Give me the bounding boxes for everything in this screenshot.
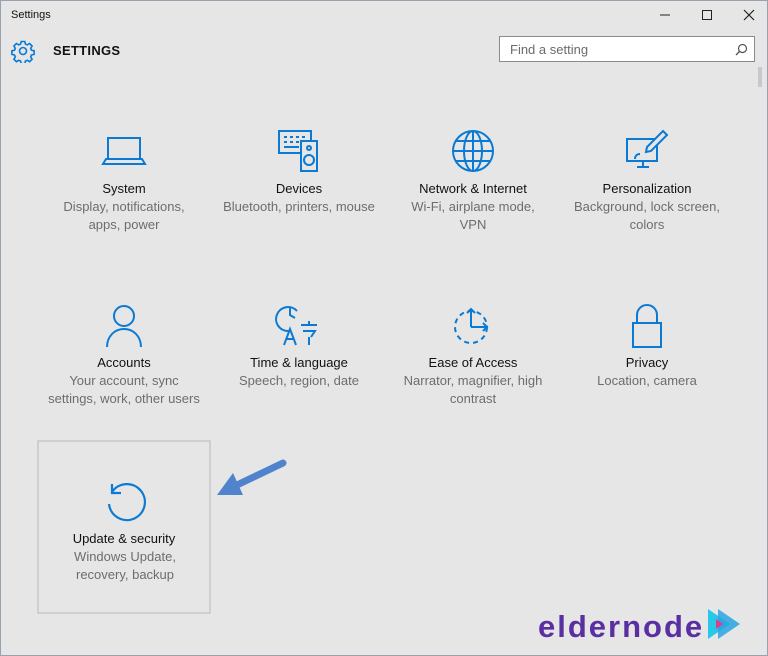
tile-system[interactable]: System Display, notifications, apps, pow… <box>38 119 210 291</box>
paintbrush-icon <box>623 127 671 175</box>
tile-ease-of-access[interactable]: Ease of Access Narrator, magnifier, high… <box>387 293 559 465</box>
logo-text: eldernode <box>538 609 705 644</box>
tile-title: Accounts <box>97 355 151 370</box>
laptop-icon <box>100 127 148 175</box>
title-bar: Settings <box>1 1 767 29</box>
maximize-icon <box>702 10 712 20</box>
annotation-arrow <box>211 457 291 503</box>
tile-title: Network & Internet <box>419 181 527 196</box>
tile-title: Ease of Access <box>428 355 518 370</box>
time-language-icon <box>275 301 323 349</box>
tile-description: Location, camera <box>597 373 697 388</box>
page-title: SETTINGS <box>53 43 121 58</box>
tile-title: System <box>102 181 146 196</box>
tile-title: Privacy <box>625 355 669 370</box>
tile-network-internet[interactable]: Network & Internet Wi-Fi, airplane mode,… <box>387 119 559 291</box>
tile-title: Personalization <box>602 181 692 196</box>
tile-title: Time & language <box>250 355 348 370</box>
ease-of-access-icon <box>449 301 497 349</box>
search-box[interactable] <box>499 36 755 62</box>
lock-icon <box>623 301 671 349</box>
tile-description: Windows Update, recovery, backup <box>74 549 176 582</box>
close-icon <box>743 9 755 21</box>
play-logo-icon <box>708 609 740 639</box>
tile-devices[interactable]: Devices Bluetooth, printers, mouse <box>213 119 385 291</box>
minimize-button[interactable] <box>647 1 683 29</box>
devices-icon <box>275 127 323 175</box>
search-input[interactable] <box>500 37 720 61</box>
tile-privacy[interactable]: Privacy Location, camera <box>561 293 733 465</box>
scrollbar-thumb[interactable] <box>758 67 762 87</box>
tile-description: Bluetooth, printers, mouse <box>223 199 375 214</box>
window-title: Settings <box>11 9 51 21</box>
settings-window: Settings SETTINGS Find a setting System … <box>0 0 768 656</box>
person-icon <box>100 301 148 349</box>
tile-title: Devices <box>275 181 323 196</box>
tile-description: Display, notifications, apps, power <box>63 199 185 232</box>
tile-title: Update & security <box>72 531 176 546</box>
close-button[interactable] <box>731 1 767 29</box>
scrollbar[interactable] <box>755 67 765 651</box>
search-icon[interactable] <box>735 43 748 56</box>
tile-personalization[interactable]: Personalization Background, lock screen,… <box>561 119 733 291</box>
tile-description: Narrator, magnifier, high contrast <box>403 373 543 406</box>
gear-icon <box>11 39 35 63</box>
tile-description: Speech, region, date <box>239 373 359 388</box>
tile-time-language[interactable]: Time & language Speech, region, date <box>213 293 385 465</box>
globe-icon <box>449 127 497 175</box>
update-icon <box>100 478 148 526</box>
eldernode-logo: eldernode <box>538 603 744 651</box>
tile-update-security[interactable]: Update & security Windows Update, recove… <box>37 440 211 614</box>
minimize-icon <box>660 14 670 16</box>
tile-description: Wi-Fi, airplane mode, VPN <box>411 199 535 232</box>
maximize-button[interactable] <box>689 1 725 29</box>
tile-description: Your account, sync settings, work, other… <box>48 373 200 406</box>
tile-description: Background, lock screen, colors <box>574 199 720 232</box>
